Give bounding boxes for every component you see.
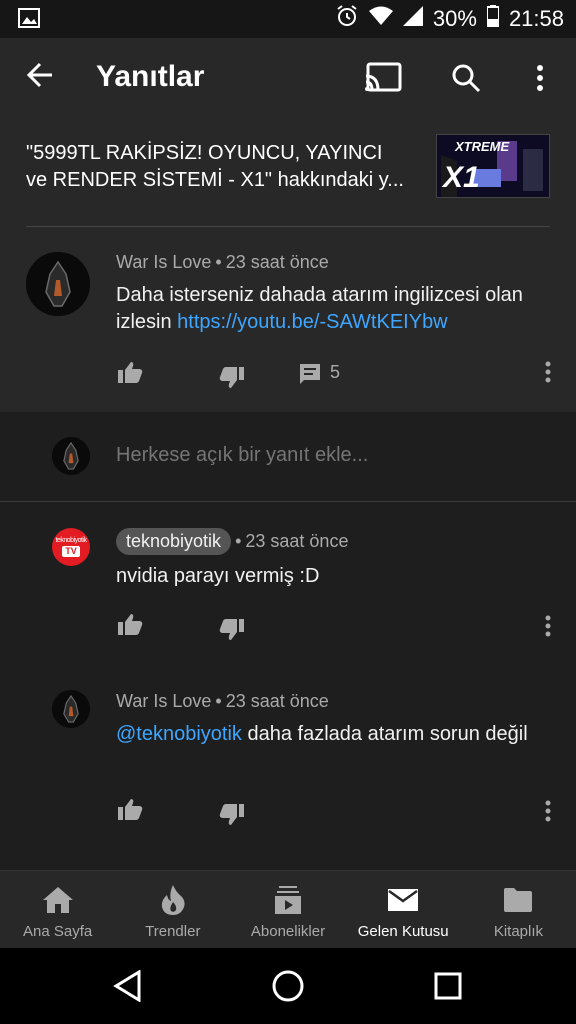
comment-text: @teknobiyotik daha fazlada atarım sorun … [116, 721, 546, 748]
video-title-line-2: ve RENDER SİSTEMİ - X1" hakkındaki y... [26, 169, 404, 191]
like-button[interactable] [116, 358, 144, 386]
app-bar: Yanıtlar [0, 38, 576, 116]
video-title-line-1: "5999TL RAKİPSİZ! OYUNCU, YAYINCI [26, 142, 383, 164]
nav-trending[interactable]: Trendler [115, 871, 230, 948]
divider [26, 226, 550, 227]
comment-author[interactable]: War Is Love [116, 691, 211, 711]
wifi-icon [368, 6, 393, 32]
home-icon [42, 883, 74, 917]
gallery-notification-icon [18, 8, 40, 33]
nav-home[interactable]: Ana Sayfa [0, 871, 115, 948]
reply-count: 5 [330, 362, 341, 382]
system-navigation-bar [0, 948, 576, 1024]
nav-label: Kitaplık [493, 923, 544, 940]
avatar[interactable]: teknobiyotik TV [52, 528, 90, 566]
alarm-icon [335, 4, 359, 34]
page-title: Yanıtlar [96, 60, 205, 93]
avatar[interactable] [52, 690, 90, 728]
nav-label: Ana Sayfa [22, 923, 93, 940]
nav-label: Gelen Kutusu [357, 923, 449, 940]
thumbnail-text-xtreme: XTREME [455, 139, 510, 154]
battery-icon [485, 5, 500, 33]
comment-time: 23 saat önce [225, 252, 329, 272]
dislike-button[interactable] [218, 801, 246, 829]
comment-meta: teknobiyotik • 23 saat önce [116, 528, 348, 555]
comment-more-icon[interactable] [534, 797, 562, 825]
comment-link[interactable]: https://youtu.be/-SAWtKEIYbw [177, 311, 448, 333]
like-button[interactable] [116, 610, 144, 638]
nav-label: Abonelikler [250, 923, 326, 940]
subscriptions-icon [274, 883, 302, 917]
cast-icon[interactable] [363, 58, 403, 98]
video-thumbnail[interactable]: XTREME X1 [436, 134, 550, 198]
mention-link[interactable]: @teknobiyotik [116, 723, 242, 745]
comment-author[interactable]: War Is Love [116, 252, 211, 272]
reply-input[interactable] [116, 444, 536, 467]
clock: 21:58 [508, 6, 564, 31]
comment-more-icon[interactable] [534, 358, 562, 386]
dislike-button[interactable] [218, 616, 246, 644]
system-back-icon[interactable] [108, 966, 148, 1006]
reply-count-icon[interactable] [296, 360, 324, 388]
nav-label: Trendler [145, 923, 201, 940]
comment-meta: War Is Love • 23 saat önce [116, 252, 329, 272]
thumbnail-text-x1: X1 [443, 161, 480, 194]
avatar-logo-badge: TV [62, 546, 80, 557]
comment-time: 23 saat önce [245, 531, 349, 551]
comment-body: daha fazlada atarım sorun değil [241, 723, 528, 745]
avatar[interactable] [26, 252, 90, 316]
signal-icon [402, 6, 423, 32]
nav-inbox[interactable]: Gelen Kutusu [346, 871, 461, 948]
status-bar: 30% 21:58 [0, 0, 576, 38]
comment-meta: War Is Love • 23 saat önce [116, 691, 329, 711]
bottom-navigation: Ana Sayfa Trendler Abonelikler Gelen Kut… [0, 870, 576, 948]
comment-more-icon[interactable] [534, 612, 562, 640]
comment-time: 23 saat önce [225, 691, 329, 711]
folder-icon [503, 883, 533, 917]
flame-icon [160, 883, 186, 917]
comment-text: Daha isterseniz dahada atarım ingilizces… [116, 282, 556, 336]
avatar [52, 437, 90, 475]
system-recents-icon[interactable] [428, 966, 468, 1006]
search-icon[interactable] [446, 58, 486, 98]
nav-library[interactable]: Kitaplık [461, 871, 576, 948]
like-button[interactable] [116, 795, 144, 823]
video-title[interactable]: "5999TL RAKİPSİZ! OYUNCU, YAYINCI ve REN… [26, 140, 426, 194]
back-arrow-icon[interactable] [24, 59, 64, 95]
nav-subscriptions[interactable]: Abonelikler [230, 871, 345, 948]
mail-icon [387, 883, 419, 917]
author-chip[interactable]: teknobiyotik [116, 528, 232, 555]
comment-text: nvidia parayı vermiş :D [116, 565, 320, 587]
more-vert-icon[interactable] [520, 58, 560, 98]
system-home-icon[interactable] [268, 966, 308, 1006]
battery-percent: 30% [432, 6, 477, 31]
avatar-logo-text: teknobiyotik [55, 537, 87, 544]
dislike-button[interactable] [218, 364, 246, 392]
